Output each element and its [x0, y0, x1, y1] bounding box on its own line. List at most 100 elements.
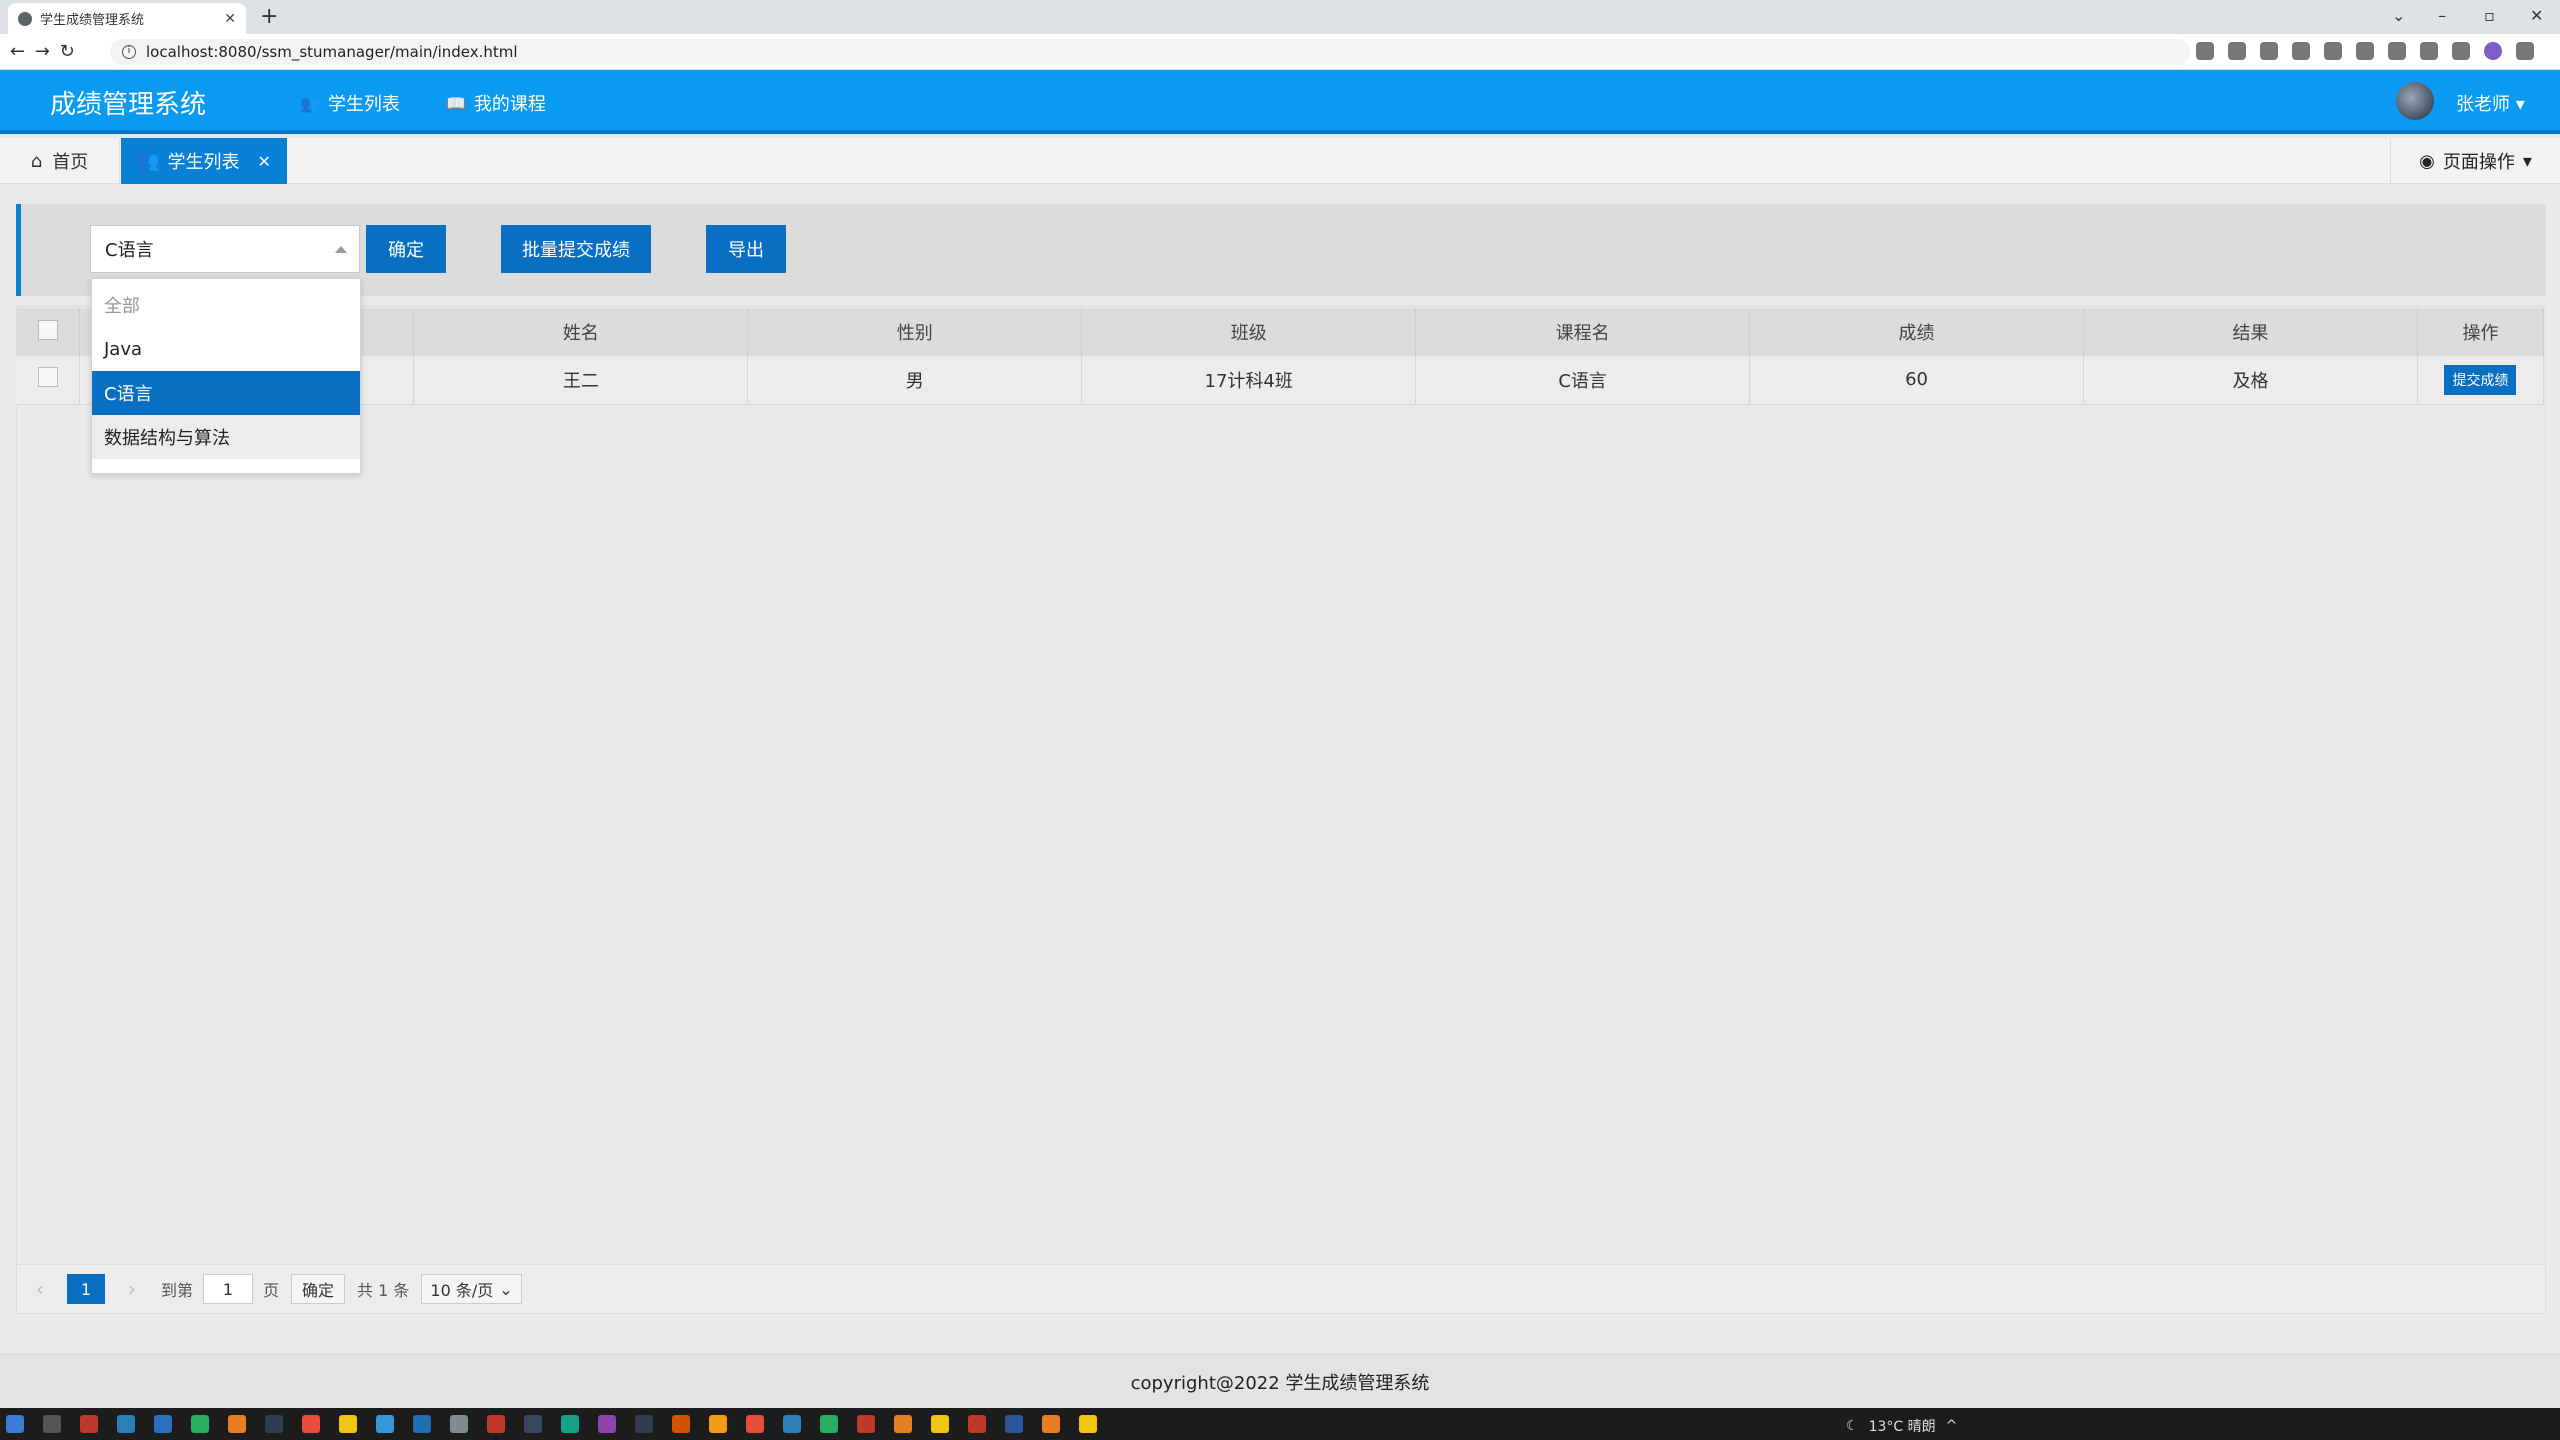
app-icon[interactable]	[820, 1415, 838, 1433]
chevron-down-icon[interactable]: ⌄	[2392, 6, 2405, 25]
next-page-icon[interactable]: ›	[117, 1277, 147, 1301]
dropdown-option[interactable]: 数据结构与算法	[92, 415, 360, 459]
app-icon[interactable]	[413, 1415, 431, 1433]
dropdown-option[interactable]: Java	[92, 327, 360, 371]
app-icon[interactable]	[1042, 1415, 1060, 1433]
star-icon[interactable]	[2260, 42, 2278, 60]
caret-up-icon	[335, 246, 347, 253]
app-icon[interactable]	[265, 1415, 283, 1433]
app-icon[interactable]	[80, 1415, 98, 1433]
app-icon[interactable]	[783, 1415, 801, 1433]
browser-tabstrip: 学生成绩管理系统 ✕ + ⌄ – ▫ ✕	[0, 0, 2560, 34]
puzzle-icon[interactable]	[2420, 42, 2438, 60]
app-icon[interactable]	[524, 1415, 542, 1433]
app-icon[interactable]	[376, 1415, 394, 1433]
window-close-button[interactable]: ✕	[2530, 6, 2543, 25]
browser-tab[interactable]: 学生成绩管理系统 ✕	[8, 3, 246, 34]
new-tab-button[interactable]: +	[260, 4, 278, 29]
page-size-value: 10 条/页	[430, 1281, 494, 1300]
app-icon[interactable]	[894, 1415, 912, 1433]
cell-action: 提交成绩	[2417, 356, 2545, 405]
os-taskbar: ☾ 13°C 晴朗 ^	[0, 1408, 2560, 1440]
student-table: 姓名 性别 班级 课程名 成绩 结果 操作 王二 男 17计科4班 C语言 60…	[16, 308, 2545, 405]
column-header: 姓名	[413, 308, 749, 356]
kebab-menu-icon[interactable]	[2516, 42, 2534, 60]
zoom-icon[interactable]	[2196, 42, 2214, 60]
app-icon[interactable]	[968, 1415, 986, 1433]
column-header: 操作	[2417, 308, 2545, 356]
restore-button[interactable]: ▫	[2484, 6, 2495, 25]
app-icon[interactable]	[450, 1415, 468, 1433]
nav-my-courses[interactable]: 📖 我的课程	[446, 90, 546, 116]
extension-icon[interactable]	[2388, 42, 2406, 60]
avatar[interactable]	[2396, 82, 2434, 120]
app-icon[interactable]	[672, 1415, 690, 1433]
close-icon[interactable]: ✕	[258, 152, 271, 171]
tray-chevron-icon[interactable]: ^	[1946, 1418, 1958, 1434]
goto-confirm-button[interactable]: 确定	[291, 1274, 346, 1304]
current-page[interactable]: 1	[67, 1274, 105, 1304]
goto-page-input[interactable]: 1	[203, 1274, 254, 1304]
app-icon[interactable]	[154, 1415, 172, 1433]
page-operations-menu[interactable]: ◉ 页面操作 ▾	[2390, 138, 2560, 184]
url-input[interactable]: i localhost:8080/ssm_stumanager/main/ind…	[110, 39, 2190, 65]
cell-gender: 男	[747, 356, 1083, 405]
dropdown-option[interactable]: 全部	[92, 283, 360, 327]
wechat-icon[interactable]	[191, 1415, 209, 1433]
search-icon[interactable]	[43, 1415, 61, 1433]
minimize-button[interactable]: –	[2438, 6, 2446, 25]
app-icon[interactable]	[302, 1415, 320, 1433]
user-menu[interactable]: 张老师 ▾	[2456, 90, 2525, 116]
page-unit-label: 页	[263, 1281, 280, 1300]
sidebar-icon[interactable]	[2452, 42, 2470, 60]
column-header: 结果	[2083, 308, 2418, 356]
app-icon[interactable]	[931, 1415, 949, 1433]
column-header: 课程名	[1415, 308, 1751, 356]
submit-score-button[interactable]: 提交成绩	[2444, 364, 2517, 395]
cell-course: C语言	[1415, 356, 1751, 405]
confirm-button[interactable]: 确定	[366, 225, 446, 273]
app-icon[interactable]	[561, 1415, 579, 1433]
app-icon[interactable]	[635, 1415, 653, 1433]
app-icon[interactable]	[857, 1415, 875, 1433]
folder-icon[interactable]	[339, 1415, 357, 1433]
app-icon[interactable]	[117, 1415, 135, 1433]
app-icon[interactable]	[1079, 1415, 1097, 1433]
close-icon[interactable]: ✕	[224, 11, 236, 27]
prev-page-icon[interactable]: ‹	[25, 1277, 55, 1301]
export-button[interactable]: 导出	[706, 225, 786, 273]
app-icon[interactable]	[746, 1415, 764, 1433]
batch-submit-button[interactable]: 批量提交成绩	[501, 225, 651, 273]
extension-icon[interactable]	[2292, 42, 2310, 60]
word-icon[interactable]	[1005, 1415, 1023, 1433]
browser-tab-title: 学生成绩管理系统	[40, 13, 145, 28]
select-all-checkbox[interactable]	[37, 319, 58, 340]
weather-text[interactable]: 13°C 晴朗	[1869, 1416, 1936, 1436]
course-select-value: C语言	[105, 240, 154, 261]
app-header: 成绩管理系统 👥 学生列表 📖 我的课程 张老师 ▾	[0, 70, 2560, 134]
share-icon[interactable]	[2228, 42, 2246, 60]
table-row: 王二 男 17计科4班 C语言 60 及格 提交成绩	[16, 356, 2545, 405]
dropdown-option-selected[interactable]: C语言	[92, 371, 360, 415]
start-icon[interactable]	[6, 1415, 24, 1433]
tab-active-label: 学生列表	[167, 152, 240, 173]
extension-icon[interactable]	[2356, 42, 2374, 60]
info-icon[interactable]: i	[122, 45, 136, 59]
course-select[interactable]: C语言	[90, 225, 360, 273]
app-icon[interactable]	[598, 1415, 616, 1433]
row-checkbox[interactable]	[37, 367, 58, 388]
page-size-select[interactable]: 10 条/页 ⌄	[421, 1274, 522, 1304]
chrome-icon[interactable]	[228, 1415, 246, 1433]
app-icon[interactable]	[709, 1415, 727, 1433]
extension-icons	[2196, 42, 2534, 60]
nav-buttons[interactable]: ← → ↻	[10, 41, 77, 62]
camera-icon[interactable]	[2324, 42, 2342, 60]
nav-student-list[interactable]: 👥 学生列表	[300, 90, 400, 116]
nav-label: 学生列表	[327, 94, 400, 115]
goto-label: 到第	[161, 1281, 194, 1300]
profile-icon[interactable]	[2484, 42, 2502, 60]
tab-home[interactable]: ⌂ 首页	[0, 138, 120, 184]
taskbar-apps	[6, 1415, 1097, 1433]
tab-student-list[interactable]: 👥 学生列表 ✕	[121, 138, 287, 184]
app-icon[interactable]	[487, 1415, 505, 1433]
